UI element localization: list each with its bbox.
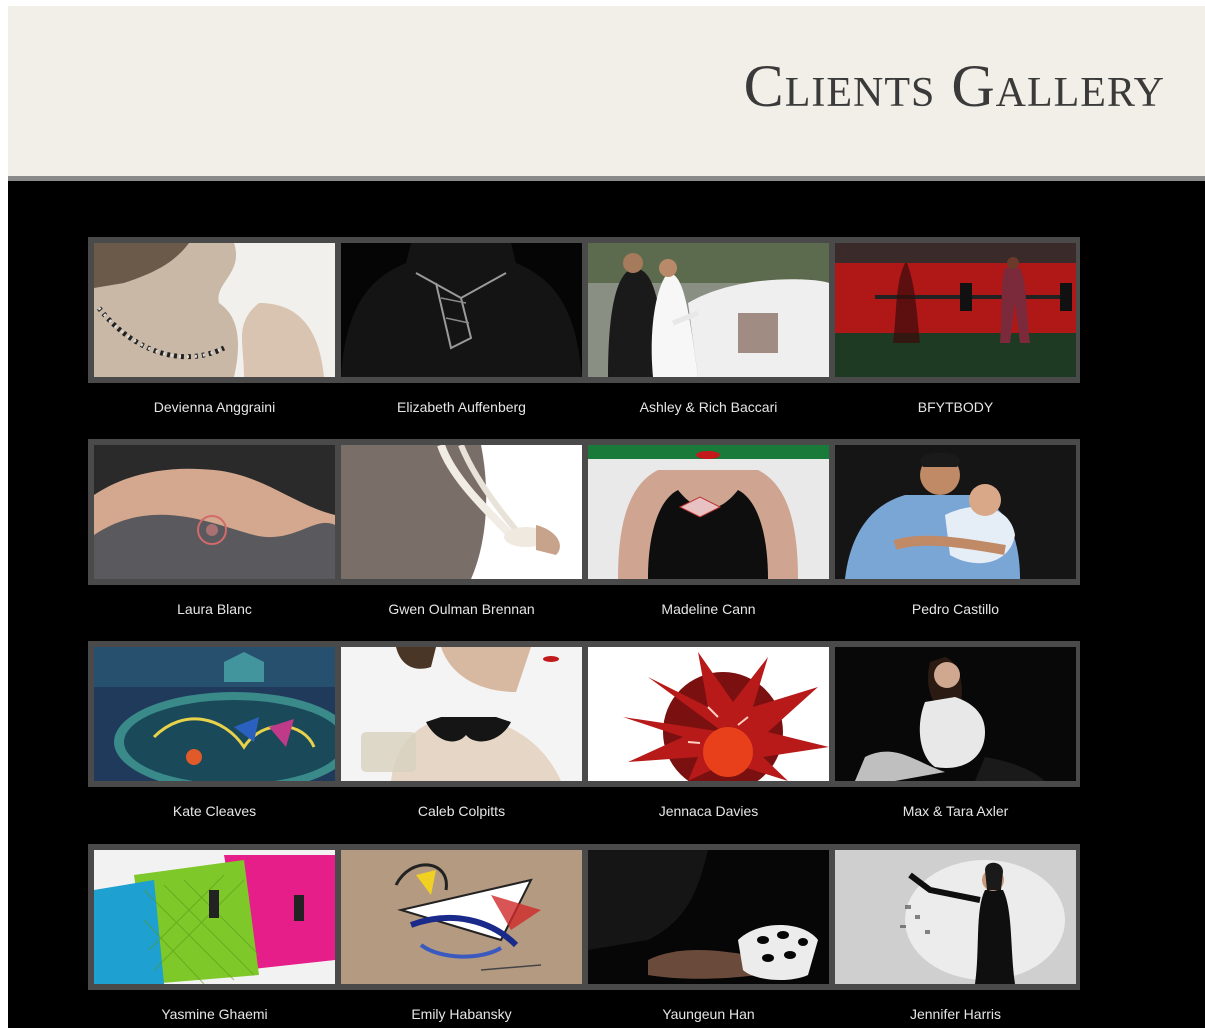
gallery-row	[88, 439, 1080, 585]
photo-white-cuff-bracelet	[588, 850, 829, 984]
client-name[interactable]: BFYTBODY	[832, 399, 1079, 415]
photo-woman-necklace-profile	[94, 243, 335, 377]
client-thumbnail-laura-blanc[interactable]	[94, 445, 335, 579]
client-thumbnail-devienna-anggraini[interactable]	[94, 243, 335, 377]
client-thumbnail-yasmine-ghaemi[interactable]	[94, 850, 335, 984]
client-thumbnail-jennaca-davies[interactable]	[588, 647, 829, 781]
photo-black-top-silver-necklace	[341, 243, 582, 377]
photo-woman-black-outfit	[835, 850, 1076, 984]
client-thumbnail-kate-cleaves[interactable]	[94, 647, 335, 781]
photo-painted-vase	[94, 647, 335, 781]
photo-father-baby	[835, 445, 1076, 579]
photo-gym-red-wall	[835, 243, 1076, 377]
client-name[interactable]: Yasmine Ghaemi	[91, 1006, 338, 1022]
photo-wedding-couple-car	[588, 243, 829, 377]
header-divider	[8, 176, 1205, 181]
client-thumbnail-madeline-cann[interactable]	[588, 445, 829, 579]
client-name[interactable]: Madeline Cann	[585, 601, 832, 617]
client-name[interactable]: Devienna Anggraini	[91, 399, 338, 415]
client-name[interactable]: Caleb Colpitts	[338, 803, 585, 819]
photo-maternity-portrait	[835, 647, 1076, 781]
photo-red-spiky-sculpture	[588, 647, 829, 781]
photo-white-pendant	[341, 445, 582, 579]
gallery-row	[88, 844, 1080, 990]
gallery-row	[88, 237, 1080, 383]
client-name[interactable]: Kate Cleaves	[91, 803, 338, 819]
client-thumbnail-pedro-castillo[interactable]	[835, 445, 1076, 579]
gallery-page: Clients Gallery Devienna Anggraini Eliza…	[8, 6, 1205, 1028]
client-thumbnail-caleb-colpitts[interactable]	[341, 647, 582, 781]
client-name[interactable]: Jennaca Davies	[585, 803, 832, 819]
client-name[interactable]: Laura Blanc	[91, 601, 338, 617]
photo-black-dress-brooch	[588, 445, 829, 579]
client-thumbnail-ashley-rich-baccari[interactable]	[588, 243, 829, 377]
client-name[interactable]: Elizabeth Auffenberg	[338, 399, 585, 415]
client-thumbnail-bfytbody[interactable]	[835, 243, 1076, 377]
photo-shoulder-stamp	[94, 445, 335, 579]
client-thumbnail-jennifer-harris[interactable]	[835, 850, 1076, 984]
client-name[interactable]: Jennifer Harris	[832, 1006, 1079, 1022]
client-thumbnail-gwen-oulman-brennan[interactable]	[341, 445, 582, 579]
photo-quilted-bags	[94, 850, 335, 984]
client-name[interactable]: Pedro Castillo	[832, 601, 1079, 617]
client-name[interactable]: Max & Tara Axler	[832, 803, 1079, 819]
client-thumbnail-max-tara-axler[interactable]	[835, 647, 1076, 781]
client-thumbnail-yaungeun-han[interactable]	[588, 850, 829, 984]
client-name[interactable]: Gwen Oulman Brennan	[338, 601, 585, 617]
client-thumbnail-emily-habansky[interactable]	[341, 850, 582, 984]
page-title: Clients Gallery	[743, 53, 1165, 119]
gallery-row	[88, 641, 1080, 787]
client-thumbnail-elizabeth-auffenberg[interactable]	[341, 243, 582, 377]
photo-collar-necklace	[341, 647, 582, 781]
client-name[interactable]: Emily Habansky	[338, 1006, 585, 1022]
photo-abstract-drawing	[341, 850, 582, 984]
client-name[interactable]: Yaungeun Han	[585, 1006, 832, 1022]
client-name[interactable]: Ashley & Rich Baccari	[585, 399, 832, 415]
page-header: Clients Gallery	[8, 6, 1205, 176]
